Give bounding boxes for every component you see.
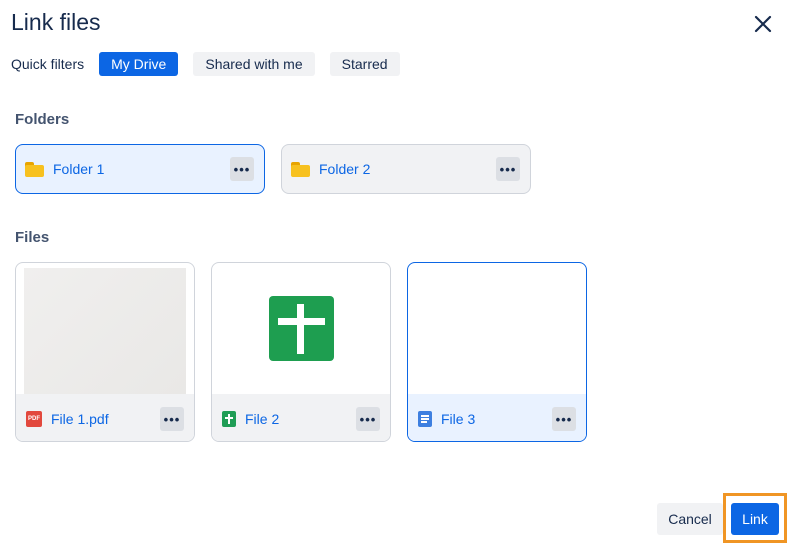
file-card-footer: File 2 ••• (212, 394, 390, 441)
sheets-icon (269, 296, 334, 361)
filter-shared-with-me[interactable]: Shared with me (193, 52, 315, 76)
folder-card[interactable]: Folder 2 ••• (281, 144, 531, 194)
file-card-footer: PDF File 1.pdf ••• (16, 394, 194, 441)
file-card[interactable]: File 3 ••• (407, 262, 587, 442)
folder-icon (25, 161, 44, 177)
filter-my-drive[interactable]: My Drive (99, 52, 179, 76)
sheets-icon (222, 410, 236, 427)
file-name: File 1.pdf (51, 410, 109, 427)
file-name: File 3 (441, 410, 476, 427)
link-button[interactable]: Link (731, 503, 779, 535)
quick-filters: Quick filters My Drive Shared with me St… (11, 52, 415, 76)
docs-icon (418, 410, 432, 427)
more-options-button[interactable]: ••• (160, 407, 184, 431)
dialog-title: Link files (11, 9, 101, 35)
pdf-icon: PDF (26, 410, 42, 427)
more-options-button[interactable]: ••• (230, 157, 254, 181)
file-name: File 2 (245, 410, 280, 427)
folder-icon (291, 161, 310, 177)
close-button[interactable] (750, 11, 776, 37)
file-card[interactable]: File 2 ••• (211, 262, 391, 442)
file-thumbnail (16, 263, 194, 394)
quick-filters-label: Quick filters (11, 56, 85, 72)
file-thumbnail (212, 263, 390, 394)
files-heading: Files (15, 229, 50, 246)
file-card[interactable]: PDF File 1.pdf ••• (15, 262, 195, 442)
folder-name: Folder 2 (319, 161, 371, 177)
filter-starred[interactable]: Starred (329, 52, 400, 76)
close-icon (754, 15, 772, 33)
file-thumbnail (408, 263, 586, 394)
cancel-button[interactable]: Cancel (657, 503, 723, 535)
more-options-button[interactable]: ••• (496, 157, 520, 181)
more-options-button[interactable]: ••• (552, 407, 576, 431)
more-options-button[interactable]: ••• (356, 407, 380, 431)
file-card-footer: File 3 ••• (408, 394, 586, 441)
folder-card[interactable]: Folder 1 ••• (15, 144, 265, 194)
folder-name: Folder 1 (53, 161, 105, 177)
folders-heading: Folders (15, 111, 70, 128)
